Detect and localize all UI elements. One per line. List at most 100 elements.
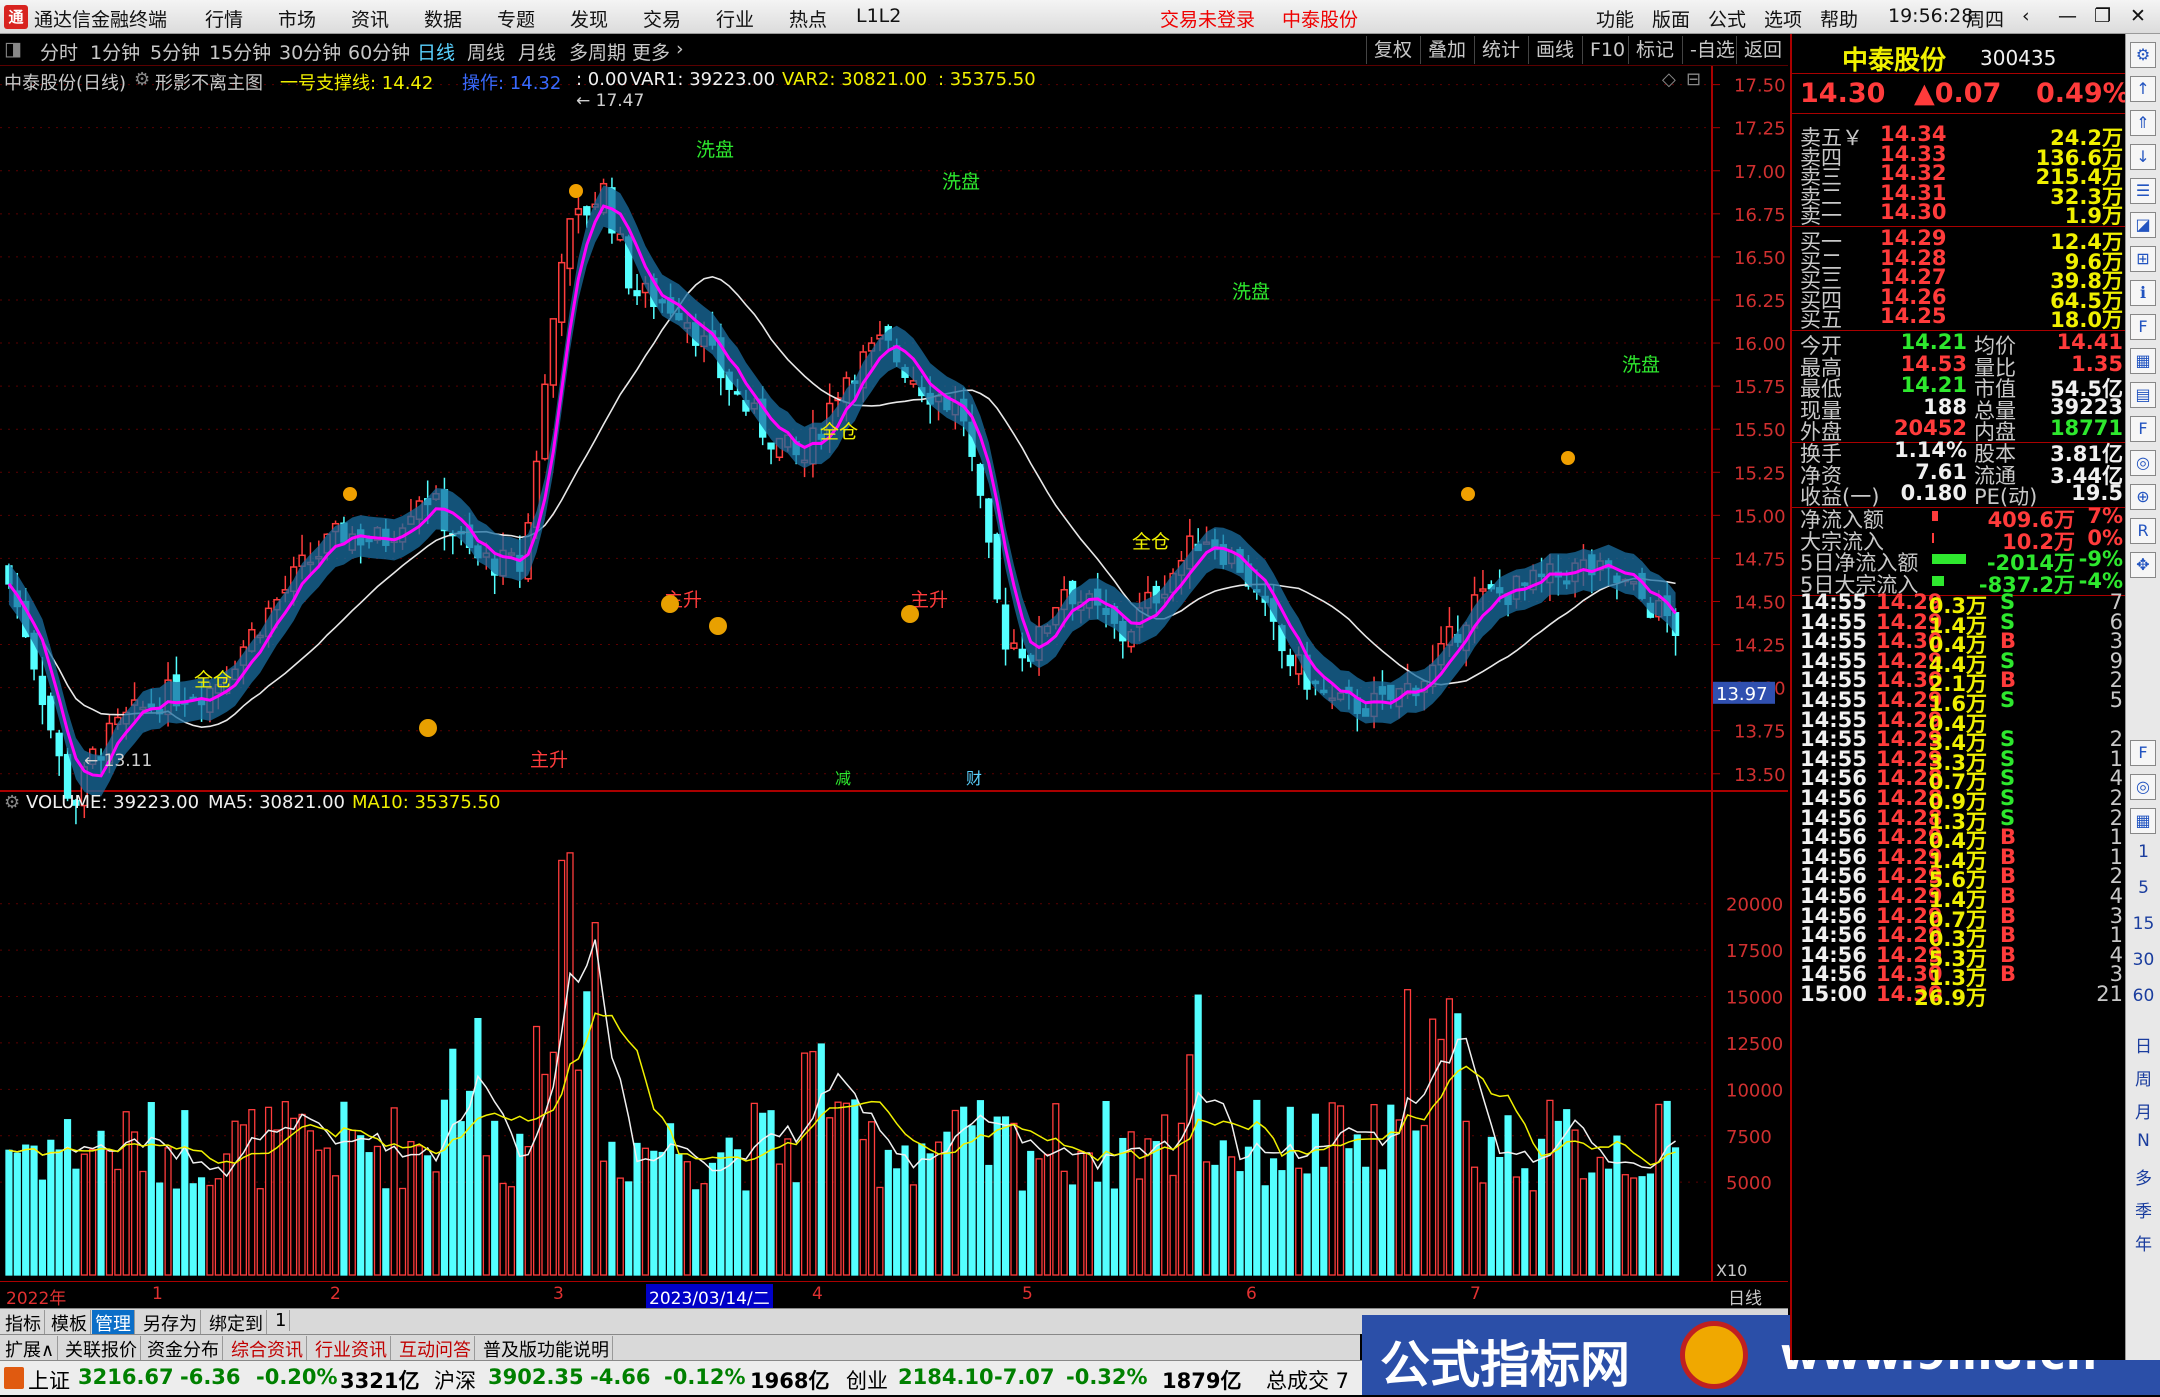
tab[interactable]: 关联报价 [62,1336,141,1362]
ask-row[interactable]: 卖一 14.30 1.9万 [1792,200,2127,228]
fs-icon[interactable]: F [2130,416,2156,442]
toolbar-button[interactable]: 返回 [1736,36,1789,64]
tf-button[interactable]: 多周期 [569,38,626,65]
menu-item[interactable]: 功能 [1596,5,1634,32]
tf-button[interactable]: 更多 [632,38,670,65]
tf-button[interactable]: 周线 [467,38,505,65]
menu-item[interactable]: 发现 [570,5,608,32]
move-icon[interactable]: ✥ [2130,552,2156,578]
circle-icon[interactable]: ◎ [2130,450,2156,476]
settings-icon[interactable]: ⚙ [134,69,150,90]
menu-item[interactable]: 行业 [716,5,754,32]
toolbar-button[interactable]: 画线 [1528,36,1581,64]
index-name[interactable]: 上证 [28,1365,70,1395]
tab[interactable]: 普及版功能说明 [480,1336,613,1362]
close-icon[interactable]: ✕ [2130,5,2146,27]
menu-item[interactable]: 热点 [789,5,827,32]
indicator-name[interactable]: 形影不离主图 [155,69,263,95]
down-icon[interactable]: ↓ [2130,144,2156,170]
tab[interactable]: 模板 [48,1310,91,1336]
trade-status[interactable]: 交易未登录 [1160,5,1255,32]
circle-icon[interactable]: ◎ [2130,774,2156,800]
table-icon[interactable]: ▤ [2130,382,2156,408]
expand-icon[interactable]: ⊟ [1686,69,1701,90]
menu-item[interactable]: 公式 [1708,5,1746,32]
period-shortcut[interactable]: 月 [2126,1098,2160,1123]
up-icon[interactable]: ↑ [2130,76,2156,102]
collapse-icon[interactable]: ◨ [4,38,22,60]
menu-item[interactable]: 版面 [1652,5,1690,32]
grid-icon[interactable]: ▦ [2130,348,2156,374]
risk-icon[interactable]: R [2130,518,2156,544]
tab[interactable]: 行业资讯 [312,1336,391,1362]
tf-button[interactable]: 分时 [40,38,78,65]
tf-button[interactable]: 30分钟 [279,38,341,65]
period-shortcut[interactable]: 日 [2126,1032,2160,1057]
info-tabs: 扩展∧ 关联报价 资金分布 综合资讯 行业资讯 互动问答 普及版功能说明 [0,1334,1360,1362]
zoom-icon[interactable]: ⊞ [2130,246,2156,272]
menu-item[interactable]: 专题 [497,5,535,32]
chevron-right-icon[interactable]: › [676,38,684,60]
period-shortcut[interactable]: 周 [2126,1065,2160,1090]
minimize-icon[interactable]: — [2058,5,2077,27]
menu-item[interactable]: 选项 [1764,5,1802,32]
period-shortcut[interactable]: 1 [2126,842,2160,862]
tf-button[interactable]: 60分钟 [348,38,410,65]
info-icon[interactable]: ℹ [2130,280,2156,306]
toolbar-button[interactable]: 叠加 [1420,36,1473,64]
restore-icon[interactable]: ❐ [2094,5,2111,27]
period-shortcut[interactable]: 5 [2126,878,2160,898]
tab[interactable]: 综合资讯 [228,1336,307,1362]
menu-item[interactable]: 资讯 [351,5,389,32]
f10-icon[interactable]: F [2130,314,2156,340]
menu-item[interactable]: L1L2 [856,5,901,27]
toolbar-button[interactable]: F10 [1582,36,1632,64]
gear-icon[interactable]: ⚙ [2130,42,2156,68]
chart-icon[interactable]: ◪ [2130,212,2156,238]
toolbar-button[interactable]: 统计 [1474,36,1527,64]
tab[interactable]: 资金分布 [144,1336,223,1362]
menu-item[interactable]: 帮助 [1820,5,1858,32]
tf-button-selected[interactable]: 日线 [417,38,455,65]
list-icon[interactable]: ☰ [2130,178,2156,204]
tab[interactable]: 1 [272,1310,291,1331]
period-shortcut[interactable]: 15 [2126,914,2160,934]
period-shortcut[interactable]: 季 [2126,1197,2160,1222]
toolbar-button[interactable]: 复权 [1366,36,1419,64]
menu-item[interactable]: 交易 [643,5,681,32]
bid-row[interactable]: 买五 14.25 18.0万 [1792,304,2127,332]
settings-icon[interactable]: ⚙ [4,792,20,813]
diamond-icon[interactable]: ◇ [1662,69,1676,90]
back-icon[interactable]: ‹ [2022,5,2030,27]
fs-icon[interactable]: F [2130,740,2156,766]
period-shortcut[interactable]: N [2126,1131,2160,1151]
tf-button[interactable]: 1分钟 [90,38,140,65]
tab[interactable]: 指标 [2,1310,45,1336]
volume-bar [1378,1169,1387,1276]
period-shortcut[interactable]: 30 [2126,950,2160,970]
grid-icon[interactable]: ▦ [2130,808,2156,834]
menu-item[interactable]: 市场 [278,5,316,32]
tab[interactable]: 互动问答 [396,1336,475,1362]
tab[interactable]: 扩展∧ [2,1336,59,1362]
tab-selected[interactable]: 管理 [92,1310,135,1336]
tf-button[interactable]: 5分钟 [150,38,200,65]
menu-item[interactable]: 行情 [205,5,243,32]
toolbar-button[interactable]: -自选 [1682,36,1742,64]
status-icon[interactable] [4,1367,24,1389]
toolbar-button[interactable]: 标记 [1628,36,1681,64]
period-shortcut[interactable]: 60 [2126,986,2160,1006]
up2-icon[interactable]: ⇑ [2130,110,2156,136]
index-name[interactable]: 沪深 [434,1365,476,1395]
kline-chart[interactable]: ← 17.47← 13.11洗盘洗盘洗盘洗盘全仓全仓全仓主升主升 主升减财 17.… [0,66,1788,1281]
tab[interactable]: 另存为 [140,1310,201,1336]
period-shortcut[interactable]: 年 [2126,1230,2160,1255]
index-name[interactable]: 创业 [846,1365,888,1395]
tab[interactable]: 绑定到 [206,1310,267,1336]
tf-button[interactable]: 15分钟 [209,38,271,65]
tick-row[interactable]: 15:00 14.30 26.9万 21 [1792,982,2127,1010]
cart-icon[interactable]: ⊕ [2130,484,2156,510]
menu-item[interactable]: 数据 [424,5,462,32]
period-shortcut[interactable]: 多 [2126,1164,2160,1189]
tf-button[interactable]: 月线 [518,38,556,65]
